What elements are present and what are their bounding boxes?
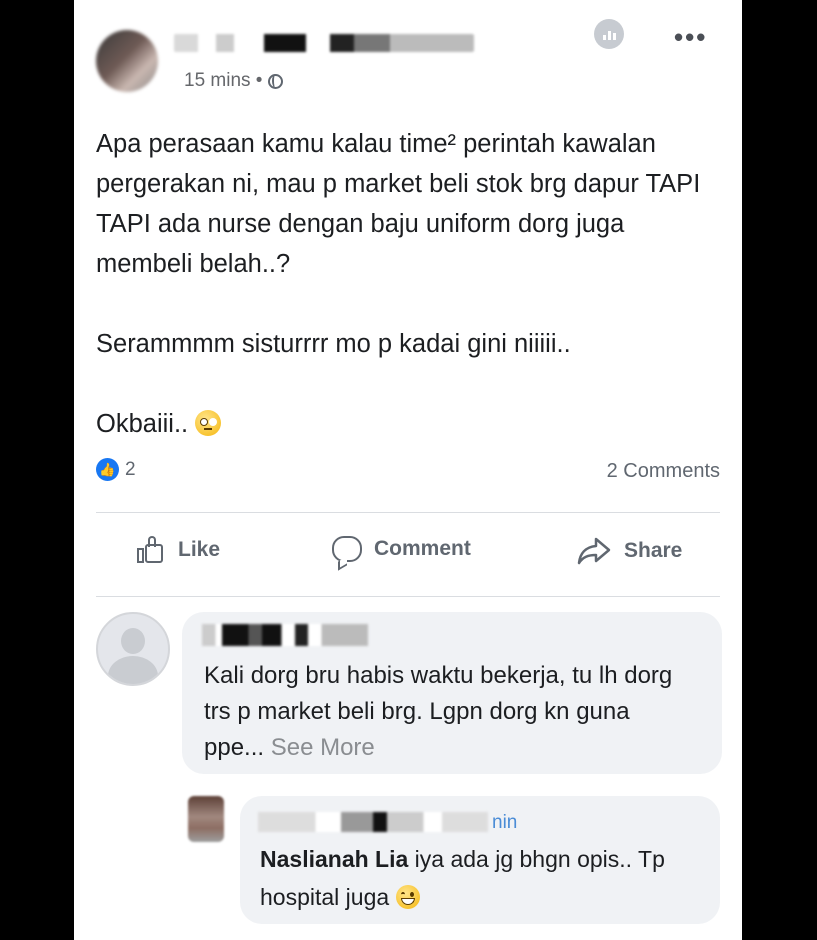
comment-label: Comment — [374, 537, 471, 560]
see-more-link[interactable]: See More — [271, 734, 375, 761]
like-reaction-icon: 👍 — [96, 458, 119, 481]
post-paragraph: Serammmm sisturrrr mo p kadai gini niiii… — [96, 330, 571, 358]
post-body: Apa perasaan kamu kalau time² perintah k… — [96, 124, 726, 444]
divider — [96, 596, 720, 597]
commenter-avatar[interactable] — [96, 612, 170, 686]
share-label: Share — [624, 539, 683, 562]
post-paragraph: Okbaiii.. — [96, 404, 726, 444]
reply-text: Naslianah Lia iya ada jg bhgn opis.. Tp … — [260, 846, 665, 910]
reaction-count: 2 — [125, 458, 136, 480]
insights-icon[interactable] — [594, 19, 624, 49]
reply-header-fragment: nin — [492, 812, 518, 833]
comment-count-link[interactable]: 2 Comments — [607, 460, 720, 483]
reply-author[interactable]: Naslianah Lia — [260, 846, 408, 872]
grinning-sweat-emoji-icon — [395, 885, 420, 909]
author-name-redacted[interactable] — [174, 34, 474, 52]
post-card: 15 mins • ••• Apa perasaan kamu kalau ti… — [74, 0, 742, 940]
post-paragraph: Apa perasaan kamu kalau time² perintah k… — [96, 130, 701, 278]
thumbs-up-icon — [136, 536, 166, 564]
reply-header-redacted — [258, 812, 488, 832]
rolling-eyes-emoji-icon — [195, 410, 222, 436]
reaction-summary[interactable]: 👍 2 — [96, 458, 136, 481]
like-label: Like — [178, 538, 221, 561]
comment-button[interactable]: Comment — [332, 536, 471, 562]
share-button[interactable]: Share — [576, 536, 682, 566]
divider — [96, 512, 720, 513]
post-timestamp[interactable]: 15 mins • — [184, 70, 284, 92]
replier-avatar[interactable] — [188, 796, 224, 842]
comment-bubble-icon — [332, 536, 362, 562]
share-arrow-icon — [576, 536, 612, 566]
timestamp-text: 15 mins • — [184, 70, 263, 91]
like-button[interactable]: Like — [136, 536, 220, 564]
more-options-icon[interactable]: ••• — [674, 22, 707, 53]
globe-icon — [268, 73, 284, 89]
author-avatar[interactable] — [96, 30, 158, 92]
commenter-name-redacted[interactable] — [202, 624, 368, 646]
comment-text: Kali dorg bru habis waktu bekerja, tu lh… — [204, 662, 673, 761]
